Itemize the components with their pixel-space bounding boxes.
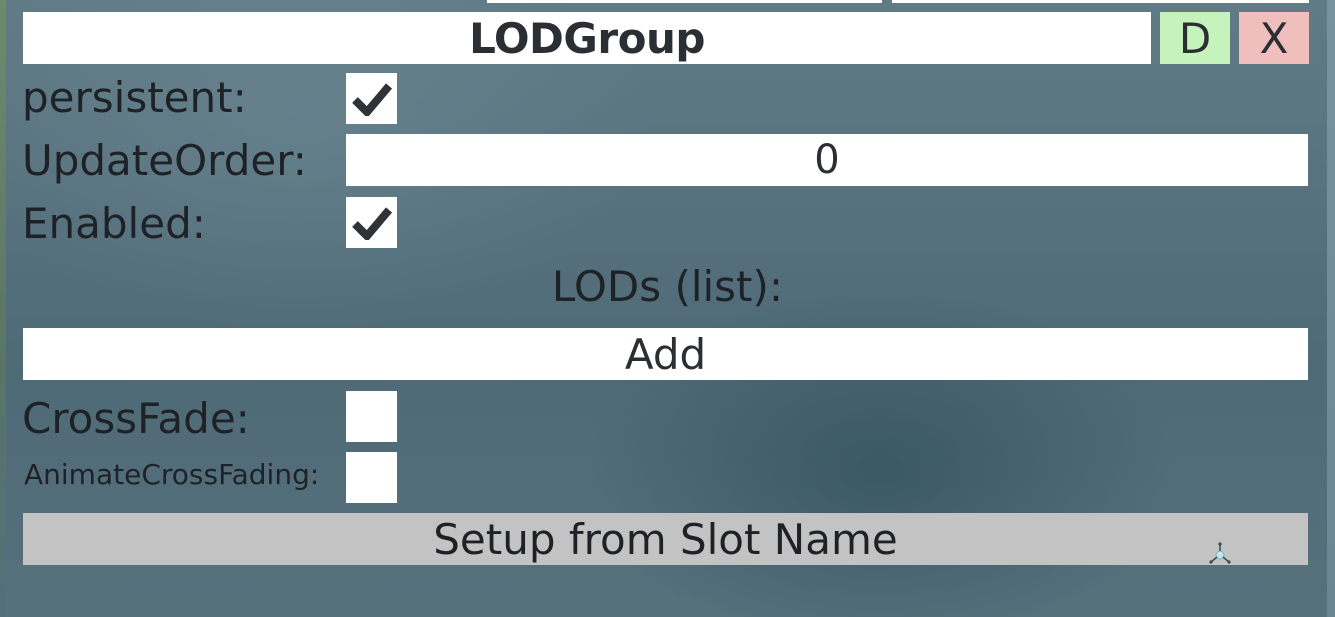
crossfade-label: CrossFade: — [22, 394, 250, 443]
component-title: LODGroup — [469, 13, 705, 63]
persistent-label: persistent: — [22, 73, 247, 122]
update-order-label: UpdateOrder: — [22, 136, 307, 185]
animate-crossfading-label: AnimateCrossFading: — [24, 458, 320, 491]
crossfade-checkbox[interactable] — [346, 391, 397, 442]
animate-crossfading-checkbox[interactable] — [346, 452, 397, 503]
enabled-label: Enabled: — [22, 199, 206, 248]
duplicate-label: D — [1178, 13, 1212, 63]
update-order-value: 0 — [814, 137, 840, 183]
component-title-bar[interactable]: LODGroup — [23, 12, 1151, 64]
add-lod-button[interactable]: Add — [23, 328, 1308, 380]
update-order-input[interactable]: 0 — [346, 134, 1308, 186]
previous-row-field-left — [487, 0, 882, 3]
duplicate-button[interactable]: D — [1160, 12, 1230, 64]
setup-from-slot-name-label: Setup from Slot Name — [433, 514, 898, 564]
lods-list-header: LODs (list): — [0, 262, 1335, 311]
laser-cursor-icon — [1209, 542, 1231, 564]
setup-from-slot-name-button[interactable]: Setup from Slot Name — [23, 513, 1308, 565]
persistent-checkbox[interactable] — [346, 73, 397, 124]
checkmark-icon — [351, 206, 392, 240]
lods-list-label: LODs (list): — [551, 262, 784, 311]
add-lod-label: Add — [624, 329, 707, 379]
checkmark-icon — [351, 82, 392, 116]
enabled-checkbox[interactable] — [346, 197, 397, 248]
remove-label: X — [1259, 13, 1289, 63]
remove-component-button[interactable]: X — [1239, 12, 1309, 64]
previous-row-field-right — [892, 0, 1309, 3]
